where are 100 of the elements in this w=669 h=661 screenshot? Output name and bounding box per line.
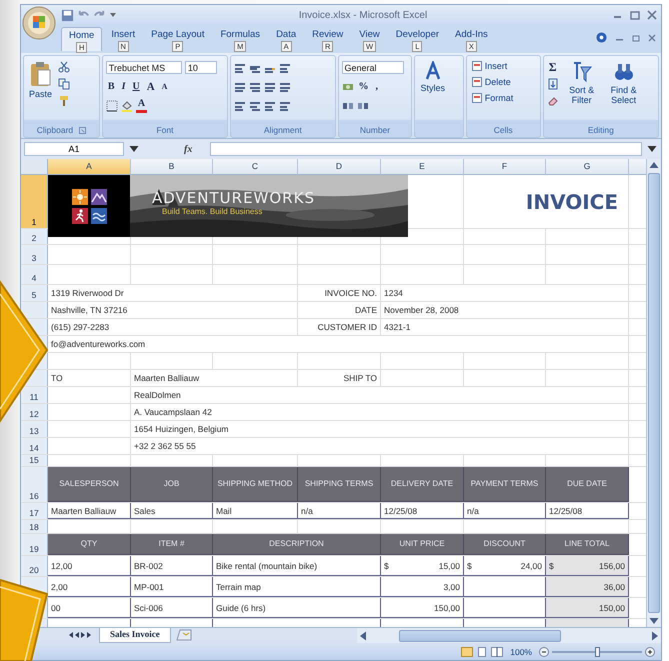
table-cell: Sales xyxy=(131,503,213,519)
find-select-button[interactable]: Find & Select xyxy=(604,59,643,107)
scroll-thumb[interactable] xyxy=(398,630,561,642)
header-cell: QTY xyxy=(48,534,131,555)
column-header[interactable]: F xyxy=(464,159,546,175)
autosum-button[interactable]: Σ xyxy=(546,61,559,73)
save-icon[interactable] xyxy=(61,8,74,22)
row-header[interactable]: 1 xyxy=(21,175,48,228)
align-icon[interactable] xyxy=(264,80,276,92)
clipboard-icon xyxy=(30,61,52,87)
align-icon[interactable] xyxy=(279,80,292,92)
table-cell: n/a xyxy=(464,503,546,519)
paste-button[interactable]: Paste xyxy=(27,59,54,101)
logo-name: ADVENTUREWORKS xyxy=(152,189,315,207)
wave-icon xyxy=(90,208,106,224)
maximize-icon[interactable] xyxy=(630,10,640,20)
number-style-button[interactable]: % xyxy=(356,80,371,92)
zoom-in-icon[interactable] xyxy=(645,646,655,656)
cells-button[interactable]: Insert xyxy=(470,59,510,73)
horizontal-scrollbar[interactable] xyxy=(356,628,661,643)
align-icon[interactable] xyxy=(249,100,262,112)
column-header[interactable]: B xyxy=(131,159,213,175)
close-icon[interactable] xyxy=(647,10,657,20)
formula-field[interactable] xyxy=(210,142,642,156)
align-icon[interactable] xyxy=(234,100,246,112)
fill-color-icon[interactable] xyxy=(120,100,133,112)
table-icon xyxy=(472,93,482,103)
page-break-icon[interactable] xyxy=(491,646,504,656)
table-cell: Sci-006 xyxy=(131,598,213,618)
column-header[interactable]: E xyxy=(381,159,464,175)
amount-cell: $ 15,00 xyxy=(381,556,464,576)
sort-filter-button[interactable]: Sort & Filter xyxy=(562,59,601,107)
table-cell: Mail xyxy=(213,503,298,519)
name-box[interactable]: A1 xyxy=(24,142,124,156)
restore-icon[interactable] xyxy=(631,33,641,43)
sheet-tab[interactable]: Sales Invoice xyxy=(99,628,171,643)
align-icon[interactable] xyxy=(264,100,276,112)
header-cell: SHIPPING TERMS xyxy=(298,467,381,502)
vertical-scrollbar[interactable] xyxy=(646,159,661,627)
header-cell: DELIVERY DATE xyxy=(381,467,464,502)
header-cell: ITEM # xyxy=(131,534,213,555)
eraser-icon[interactable] xyxy=(546,95,559,107)
launcher-icon[interactable] xyxy=(79,126,86,134)
amount-cell: 3,00 xyxy=(381,577,464,597)
align-icon[interactable] xyxy=(279,62,292,74)
column-header[interactable]: A xyxy=(48,159,131,175)
help-icon[interactable] xyxy=(596,32,607,43)
scroll-thumb[interactable] xyxy=(648,173,660,613)
group-label: Editing xyxy=(588,125,614,135)
font-style-button[interactable]: I xyxy=(120,80,128,92)
binoculars-icon xyxy=(612,61,635,83)
page-layout-icon[interactable] xyxy=(476,646,488,656)
header-cell: PAYMENT TERMS xyxy=(464,467,546,502)
dropdown-icon[interactable] xyxy=(109,11,117,19)
table-cell: Guide (6 hrs) xyxy=(213,598,381,618)
zoom-out-icon[interactable] xyxy=(539,646,549,656)
normal-view-icon[interactable] xyxy=(461,646,474,656)
group-label: Number xyxy=(360,125,390,135)
align-icon[interactable] xyxy=(234,62,246,74)
font-color-button[interactable]: A xyxy=(136,98,148,113)
font-name-field[interactable]: Trebuchet MS xyxy=(106,61,182,74)
font-style-button[interactable]: B xyxy=(106,80,117,92)
header-cell: JOB xyxy=(131,467,213,502)
align-icon[interactable] xyxy=(249,80,262,92)
group-label: Font xyxy=(156,125,174,135)
number-format-field[interactable]: General xyxy=(342,61,404,74)
insert-function-button[interactable]: fx xyxy=(144,144,206,154)
column-header[interactable]: G xyxy=(546,159,629,175)
zoom-thumb[interactable] xyxy=(595,646,600,656)
styles-button[interactable]: Styles xyxy=(418,59,447,95)
logo-tagline: Build Teams. Build Business xyxy=(162,207,262,216)
runner-icon xyxy=(72,208,88,224)
total-cell: 36,00 xyxy=(546,577,629,597)
table-cell: 12/25/08 xyxy=(381,503,464,519)
mountain-icon xyxy=(90,188,106,204)
number-style-button[interactable]: , xyxy=(374,80,380,92)
table-cell: 00 xyxy=(48,598,131,618)
cells-button[interactable]: Format xyxy=(470,91,516,105)
table-cell: n/a xyxy=(298,503,381,519)
column-header[interactable]: D xyxy=(298,159,381,175)
header-cell: LINE TOTAL xyxy=(546,534,629,555)
table-cell: 12,00 xyxy=(48,556,131,576)
zoom-level[interactable]: 100% xyxy=(510,646,532,656)
copy-icon[interactable] xyxy=(58,78,70,90)
close-icon[interactable] xyxy=(647,33,657,43)
font-size-field[interactable]: 10 xyxy=(184,61,217,74)
align-icon[interactable] xyxy=(279,100,292,112)
cells-button[interactable]: Delete xyxy=(470,75,513,89)
brush-icon[interactable] xyxy=(58,95,70,107)
shrink-font-button[interactable]: A xyxy=(160,80,170,92)
column-header[interactable]: C xyxy=(213,159,298,175)
align-icon[interactable] xyxy=(234,80,246,92)
amount-cell: $ 24,00 xyxy=(464,556,546,576)
table-icon xyxy=(472,61,482,71)
font-style-button[interactable]: U xyxy=(130,80,142,92)
scissors-icon[interactable] xyxy=(58,61,70,73)
fill-down-icon[interactable] xyxy=(546,78,559,90)
borders-icon[interactable] xyxy=(106,100,118,112)
table-cell: MP-001 xyxy=(131,577,213,597)
grow-font-button[interactable]: A xyxy=(144,80,157,92)
